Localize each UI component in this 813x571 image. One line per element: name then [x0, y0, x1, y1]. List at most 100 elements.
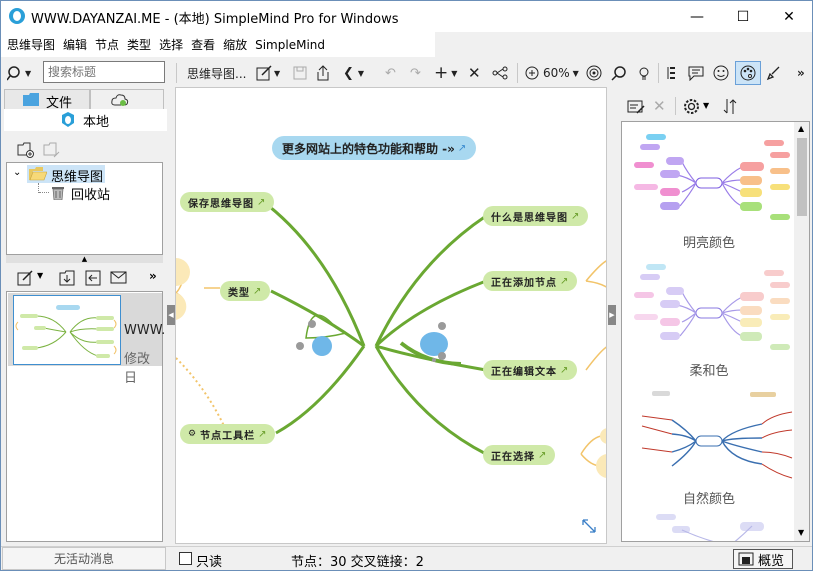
delete-button[interactable]: ✕ — [468, 63, 481, 83]
back-button[interactable]: ❮ ▼ — [343, 63, 364, 83]
redo-button[interactable]: ↷ — [410, 63, 421, 83]
outline-button[interactable] — [665, 63, 677, 83]
theme-gallery-scrollbar[interactable]: ▲ ▼ — [794, 122, 809, 541]
map-list-item[interactable]: WWW. 修改日 — [8, 293, 165, 386]
edit-icon[interactable] — [17, 270, 33, 286]
node-what-is-mindmap[interactable]: 什么是思维导图 ↗ — [483, 206, 589, 226]
storage-local-item[interactable]: 本地 — [56, 109, 168, 131]
menu-edit[interactable]: 编辑 — [63, 36, 87, 53]
menu-zoom[interactable]: 缩放 — [223, 36, 247, 53]
relation-button[interactable] — [492, 63, 508, 83]
tree-item-trash[interactable]: 回收站 — [49, 183, 139, 203]
search-input[interactable] — [43, 61, 165, 83]
open-folder-icon — [29, 167, 47, 181]
close-icon[interactable]: ✕ — [653, 97, 666, 115]
fit-to-screen-icon[interactable] — [581, 518, 597, 534]
search-icon — [611, 66, 626, 81]
sort-icon[interactable] — [723, 98, 737, 115]
search-dropdown-button[interactable]: ▼ — [7, 63, 31, 83]
notes-button[interactable] — [688, 63, 704, 83]
mindmap-canvas[interactable]: 更多网站上的特色功能和帮助 -» ↗ 保存思维导图 ↗ 类型 ↗ ⚙ 节点工具栏 ↗ … — [175, 87, 607, 544]
menu-mindmap[interactable]: 思维导图 — [7, 36, 55, 53]
list-overflow-button[interactable]: » — [149, 269, 157, 283]
maximize-button[interactable]: ☐ — [720, 1, 766, 32]
edit-note-button[interactable]: ▼ — [256, 63, 280, 83]
overview-button[interactable]: 概览 — [733, 549, 793, 569]
zoom-button[interactable]: 60% ▼ — [524, 63, 579, 83]
menu-type[interactable]: 类型 — [127, 36, 151, 53]
import-folder-icon[interactable] — [43, 142, 61, 158]
chevron-down-icon: ▼ — [357, 68, 365, 78]
app-logo-icon — [9, 8, 25, 24]
save-button[interactable] — [293, 63, 307, 83]
menu-select[interactable]: 选择 — [159, 36, 183, 53]
add-node-button[interactable]: + ▼ — [434, 63, 457, 83]
chevron-down-icon[interactable]: ▼ — [703, 101, 709, 110]
chevron-down-icon[interactable]: ⌄ — [13, 167, 21, 178]
minimize-button[interactable]: — — [674, 1, 720, 32]
scrollbar-thumb[interactable] — [797, 138, 807, 216]
edit-style-icon[interactable] — [627, 99, 645, 115]
zoom-level: 60% — [543, 66, 570, 80]
node-type[interactable]: 类型 ↗ — [220, 281, 271, 301]
share-button[interactable] — [316, 63, 330, 83]
format-brush-button[interactable] — [765, 63, 781, 83]
idea-button[interactable] — [636, 63, 652, 83]
toolbar-overflow-button[interactable]: » — [797, 63, 805, 83]
menu-node[interactable]: 节点 — [95, 36, 119, 53]
new-folder-icon[interactable] — [17, 142, 35, 158]
undo-button[interactable]: ↶ — [385, 63, 396, 83]
splitter[interactable] — [4, 131, 164, 139]
plus-icon: + — [434, 63, 449, 83]
node-editing-text[interactable]: 正在编辑文本 ↗ — [483, 360, 578, 380]
theme-more[interactable] — [622, 508, 794, 541]
theme-bright-preview — [634, 134, 790, 220]
tab-cloud[interactable] — [90, 89, 164, 109]
readonly-label: 只读 — [196, 555, 223, 570]
find-button[interactable] — [611, 63, 627, 83]
tab-files[interactable]: 文件 — [4, 89, 90, 111]
toolbar-separator — [176, 63, 177, 83]
node-save-mindmap[interactable]: 保存思维导图 ↗ — [180, 192, 275, 212]
style-palette-button[interactable] — [735, 61, 761, 85]
node-toolbar[interactable]: ⚙ 节点工具栏 ↗ — [180, 424, 276, 444]
overview-label: 概览 — [758, 553, 785, 569]
theme-bright[interactable]: 明亮颜色 — [622, 122, 794, 252]
scroll-down-icon[interactable]: ▼ — [798, 528, 804, 537]
scroll-up-icon[interactable]: ▲ — [798, 124, 804, 133]
node-label: 节点工具栏 — [200, 430, 256, 442]
node-selecting[interactable]: 正在选择 ↗ — [483, 445, 556, 465]
mindmap-dropdown[interactable]: 思维导图... — [187, 63, 246, 83]
import-icon[interactable] — [59, 270, 75, 286]
trash-icon — [52, 187, 64, 200]
readonly-checkbox[interactable] — [179, 552, 192, 565]
email-icon[interactable] — [110, 271, 127, 284]
export-icon[interactable] — [85, 270, 101, 286]
chevron-down-icon[interactable]: ▼ — [37, 271, 43, 280]
chevron-down-icon: ▼ — [572, 68, 579, 78]
style-panel-toolbar: ✕ ▼ — [617, 95, 810, 119]
map-list: WWW. 修改日 — [6, 291, 165, 542]
collapse-right-handle[interactable]: ▶ — [608, 305, 616, 325]
theme-soft[interactable]: 柔和色 — [622, 254, 794, 380]
menu-view[interactable]: 查看 — [191, 36, 215, 53]
close-button[interactable]: ✕ — [766, 1, 812, 32]
left-splitter[interactable]: ◀ — [167, 87, 175, 544]
zoom-in-icon — [525, 66, 539, 80]
website-link-node[interactable]: 更多网站上的特色功能和帮助 -» ↗ — [272, 136, 477, 160]
menu-simplemind[interactable]: SimpleMind — [255, 38, 325, 52]
splitter-handle[interactable]: ▲ — [6, 255, 163, 263]
emoji-button[interactable] — [713, 63, 729, 83]
smiley-icon — [713, 65, 729, 81]
storage-list: 本地 — [4, 109, 168, 131]
focus-button[interactable] — [586, 63, 602, 83]
theme-natural[interactable]: 自然颜色 — [622, 382, 794, 507]
node-adding-nodes[interactable]: 正在添加节点 ↗ — [483, 271, 578, 291]
target-icon — [586, 65, 602, 81]
settings-icon[interactable] — [683, 98, 700, 115]
mindmap-dropdown-label: 思维导图... — [187, 66, 247, 81]
external-link-icon: ↗ — [538, 449, 548, 461]
right-splitter[interactable]: ▶ — [608, 87, 616, 544]
tree-item-mindmaps[interactable]: 思维导图 — [27, 165, 105, 185]
collapse-left-handle[interactable]: ◀ — [167, 305, 175, 325]
